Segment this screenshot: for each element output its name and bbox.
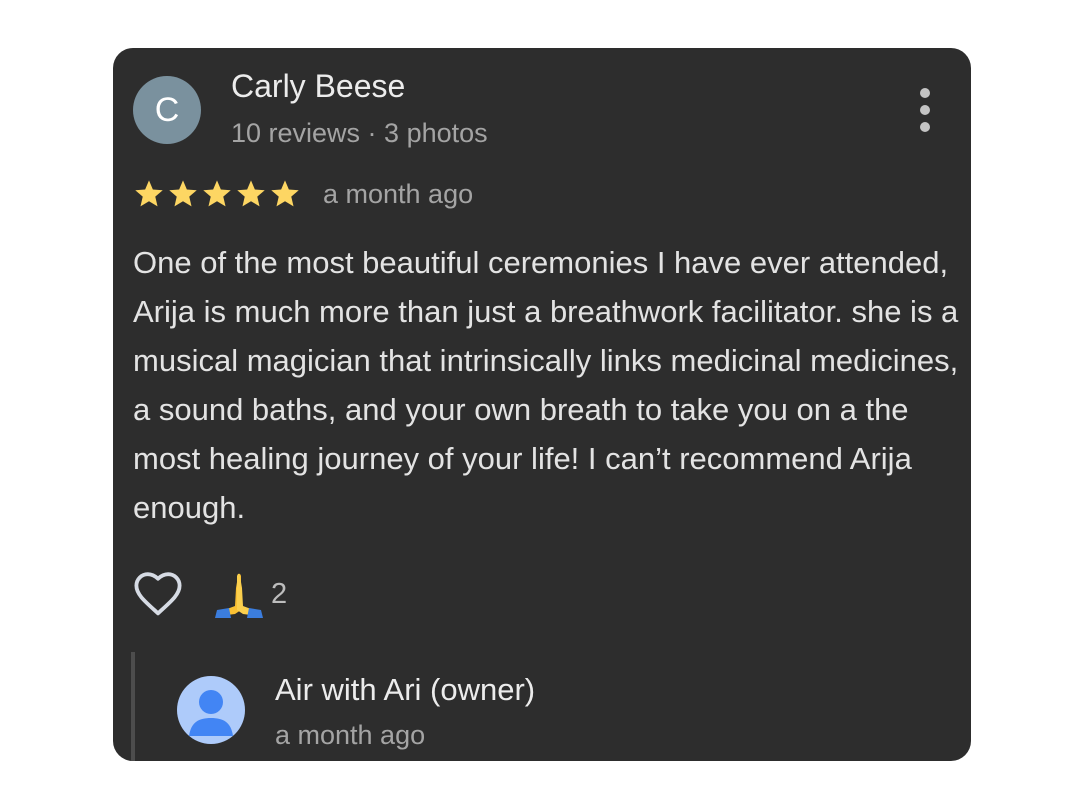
star-icon — [135, 180, 163, 207]
owner-avatar[interactable] — [177, 676, 245, 744]
avatar-initial: C — [154, 91, 180, 129]
owner-reply: Air with Ari (owner) a month ago — [131, 652, 951, 761]
review-card: C Carly Beese 10 reviews · 3 photos a mo… — [113, 48, 971, 761]
star-icon — [237, 180, 265, 207]
review-date: a month ago — [323, 178, 474, 209]
person-avatar-icon — [189, 690, 233, 736]
reviewer-name[interactable]: Carly Beese — [231, 68, 405, 105]
reply-divider — [131, 652, 135, 761]
reactions-bar: 2 — [131, 566, 287, 622]
more-options-button[interactable] — [909, 84, 941, 136]
star-icon — [169, 180, 197, 207]
owner-reply-date: a month ago — [275, 720, 426, 750]
star-icon — [203, 180, 231, 207]
review-text: One of the most beautiful ceremonies I h… — [133, 245, 959, 525]
star-icon — [271, 180, 299, 207]
folded-hands-icon[interactable] — [215, 570, 263, 618]
reviewer-avatar[interactable]: C — [133, 76, 201, 144]
more-vert-icon — [920, 88, 930, 132]
heart-outline-icon — [134, 572, 182, 616]
reviewer-meta: 10 reviews · 3 photos — [231, 118, 488, 148]
rating-row: a month ago — [133, 174, 473, 214]
reaction-count: 2 — [271, 577, 288, 610]
star-rating — [133, 178, 303, 210]
like-button[interactable] — [131, 567, 185, 621]
owner-name[interactable]: Air with Ari (owner) — [275, 672, 535, 708]
